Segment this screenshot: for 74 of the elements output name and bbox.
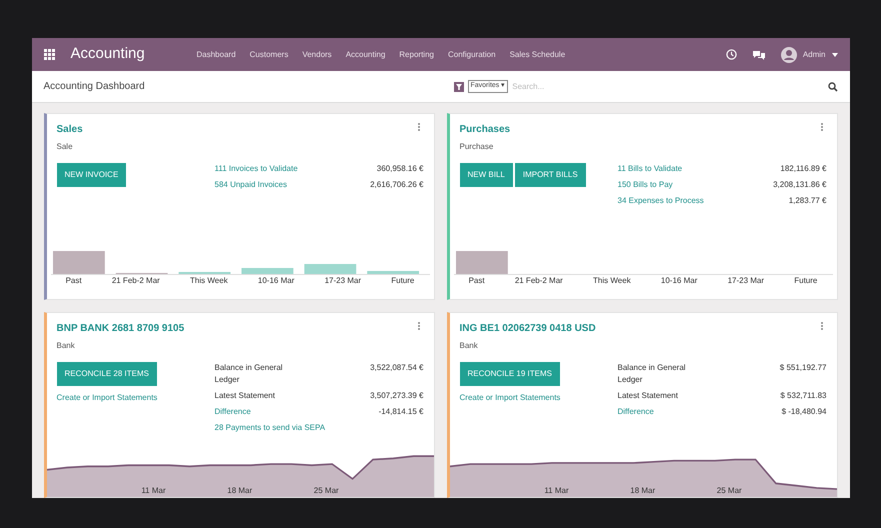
balance-label: Latest Statement bbox=[214, 390, 276, 402]
axis-label: Future bbox=[794, 274, 818, 286]
action-button[interactable]: RECONCILE 28 ITEMS bbox=[56, 362, 157, 386]
axis-label: 11 Mar bbox=[544, 485, 569, 497]
axis-label: 10-16 Mar bbox=[258, 274, 294, 286]
menu-item[interactable]: Accounting bbox=[346, 48, 386, 60]
difference-link[interactable]: Difference bbox=[618, 406, 654, 418]
breadcrumb: Accounting Dashboard bbox=[44, 80, 146, 94]
app-title: Accounting bbox=[70, 44, 146, 64]
balance-amount: $ 532,711.83 bbox=[780, 390, 826, 402]
action-button[interactable]: IMPORT BILLS bbox=[514, 163, 586, 187]
stat-amount: 2,616,706.26 € bbox=[370, 179, 424, 191]
axis-label: 21 Feb-2 Mar bbox=[112, 274, 160, 286]
journal-title[interactable]: Sales bbox=[56, 122, 83, 137]
stat-amount: 1,283.77 € bbox=[788, 195, 826, 207]
action-button[interactable]: NEW BILL bbox=[460, 163, 513, 187]
axis-label: 17-23 Mar bbox=[728, 274, 764, 286]
menu-item[interactable]: Configuration bbox=[448, 48, 496, 60]
action-button[interactable]: NEW INVOICE bbox=[56, 163, 126, 187]
menu-item[interactable]: Customers bbox=[250, 48, 288, 60]
stat-link[interactable]: 11 Bills to Validate bbox=[618, 163, 682, 175]
search-field[interactable]: Search... bbox=[512, 80, 772, 92]
stat-link[interactable]: 111 Invoices to Validate bbox=[214, 163, 298, 175]
journal-title[interactable]: ING BE1 02062739 0418 USD bbox=[460, 320, 596, 336]
stat-amount: 3,208,131.86 € bbox=[773, 179, 826, 191]
stat-link[interactable]: 34 Expenses to Process bbox=[618, 195, 704, 207]
search-icon[interactable] bbox=[828, 82, 838, 92]
menu-item[interactable]: Sales Schedule bbox=[510, 48, 566, 60]
axis-label: 10-16 Mar bbox=[660, 274, 698, 286]
journal-title[interactable]: Purchases bbox=[460, 122, 510, 137]
filter-icon[interactable] bbox=[454, 82, 464, 92]
axis-label: 11 Mar bbox=[141, 485, 166, 497]
apps-menu-icon[interactable] bbox=[44, 49, 54, 60]
difference-amount: -14,814.15 € bbox=[378, 406, 424, 418]
balance-label: Balance in General Ledger bbox=[214, 362, 284, 386]
axis-label: This Week bbox=[593, 274, 631, 286]
menu-item[interactable]: Dashboard bbox=[196, 48, 236, 60]
axis-label: 18 Mar bbox=[630, 485, 656, 497]
journal-type: Bank bbox=[460, 340, 479, 352]
difference-amount: $ -18,480.94 bbox=[782, 406, 826, 418]
caret-icon[interactable] bbox=[832, 52, 838, 56]
balance-amount: 3,507,273.39 € bbox=[370, 390, 424, 402]
journal-type: Sale bbox=[56, 141, 74, 153]
menu-item[interactable]: Reporting bbox=[399, 48, 434, 60]
axis-label: Past bbox=[468, 274, 485, 286]
journal-type: Purchase bbox=[460, 141, 494, 153]
action-button[interactable]: RECONCILE 19 ITEMS bbox=[460, 362, 560, 386]
journal-type: Bank bbox=[56, 340, 76, 352]
axis-label: 21 Feb-2 Mar bbox=[514, 274, 563, 286]
chat-icon[interactable] bbox=[752, 50, 765, 60]
payments-link[interactable]: 28 Payments to send via SEPA bbox=[214, 422, 424, 434]
axis-label: This Week bbox=[190, 274, 228, 286]
import-link[interactable]: Create or Import Statements bbox=[460, 392, 610, 404]
balance-amount: $ 551,192.77 bbox=[780, 362, 826, 374]
balance-label: Latest Statement bbox=[618, 390, 679, 402]
stat-link[interactable]: 150 Bills to Pay bbox=[618, 179, 673, 191]
stat-amount: 182,116.89 € bbox=[780, 163, 826, 175]
stat-link[interactable]: 584 Unpaid Invoices bbox=[214, 179, 287, 191]
balance-amount: 3,522,087.54 € bbox=[370, 362, 424, 374]
user-menu[interactable]: Admin bbox=[802, 48, 826, 60]
journal-title[interactable]: BNP BANK 2681 8709 9105 bbox=[56, 320, 184, 336]
balance-label: Balance in General Ledger bbox=[618, 362, 687, 386]
axis-label: 18 Mar bbox=[227, 485, 252, 497]
axis-label: 17-23 Mar bbox=[324, 274, 362, 286]
avatar-icon[interactable] bbox=[780, 46, 797, 62]
import-link[interactable]: Create or Import Statements bbox=[56, 392, 206, 404]
menu-item[interactable]: Vendors bbox=[302, 48, 332, 60]
clock-icon[interactable] bbox=[726, 49, 737, 60]
axis-label: Future bbox=[391, 274, 414, 286]
difference-link[interactable]: Difference bbox=[214, 406, 251, 418]
axis-label: 25 Mar bbox=[314, 485, 339, 497]
stat-amount: 360,958.16 € bbox=[376, 163, 424, 175]
axis-label: 25 Mar bbox=[716, 485, 742, 497]
axis-label: Past bbox=[66, 274, 82, 286]
